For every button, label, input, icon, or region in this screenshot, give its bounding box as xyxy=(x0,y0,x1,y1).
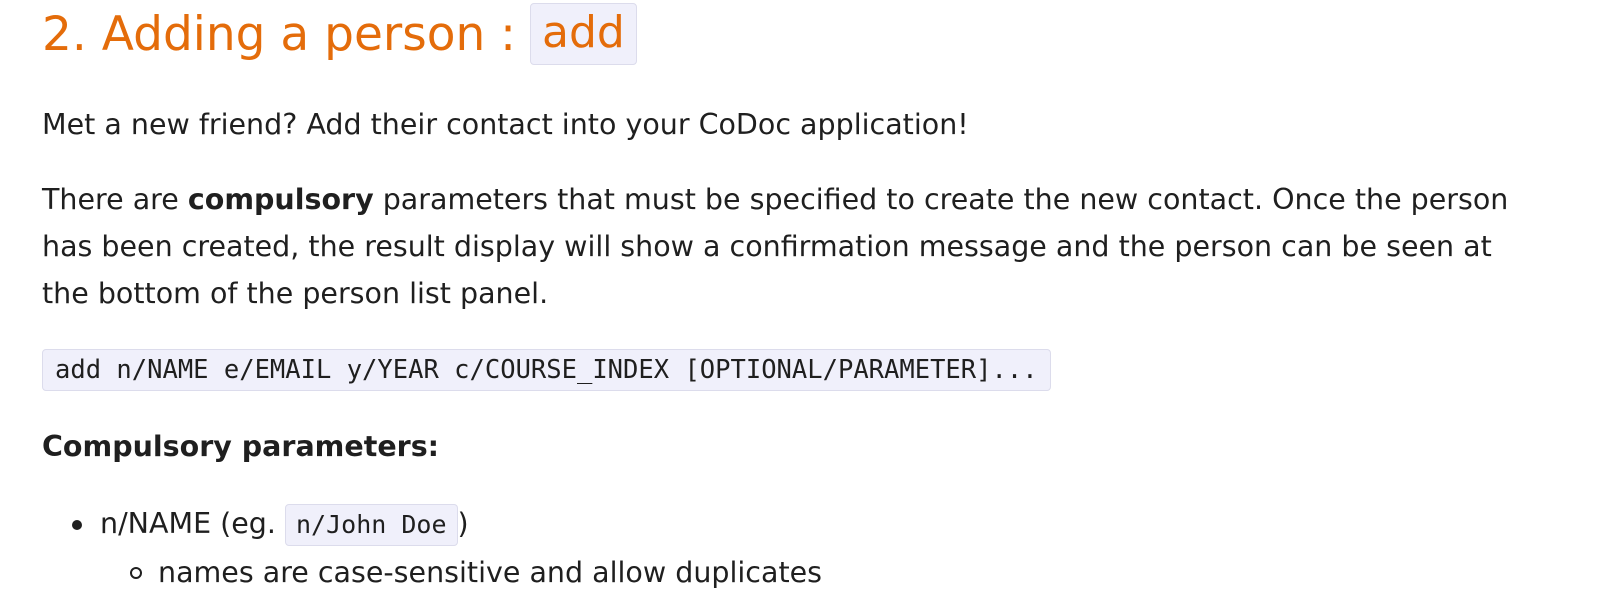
list-item: n/NAME (eg. n/John Doe) names are case-s… xyxy=(42,502,822,595)
command-format-code: add n/NAME e/EMAIL y/YEAR c/COURSE_INDEX… xyxy=(42,349,1051,391)
param-label-prefix: n/NAME (eg. xyxy=(100,507,285,540)
compulsory-parameters-title: Compulsory parameters: xyxy=(42,430,440,463)
heading-text: 2. Adding a person : xyxy=(42,6,517,62)
param-sub-list: names are case-sensitive and allow dupli… xyxy=(100,551,822,595)
heading-command-code: add xyxy=(530,3,637,65)
section-heading: 2. Adding a person : add xyxy=(42,2,637,66)
param-note: names are case-sensitive and allow dupli… xyxy=(158,556,823,589)
bullet-circle-icon xyxy=(130,567,142,579)
description-paragraph: There are compulsory parameters that mus… xyxy=(42,176,1542,317)
description-prefix: There are xyxy=(42,183,188,216)
list-item: names are case-sensitive and allow dupli… xyxy=(100,551,822,595)
bullet-disc-icon xyxy=(72,520,82,530)
param-label-suffix: ) xyxy=(457,507,469,540)
description-bold: compulsory xyxy=(187,183,374,216)
parameter-list: n/NAME (eg. n/John Doe) names are case-s… xyxy=(42,502,822,595)
param-example-code: n/John Doe xyxy=(285,504,458,546)
intro-paragraph: Met a new friend? Add their contact into… xyxy=(42,108,969,141)
